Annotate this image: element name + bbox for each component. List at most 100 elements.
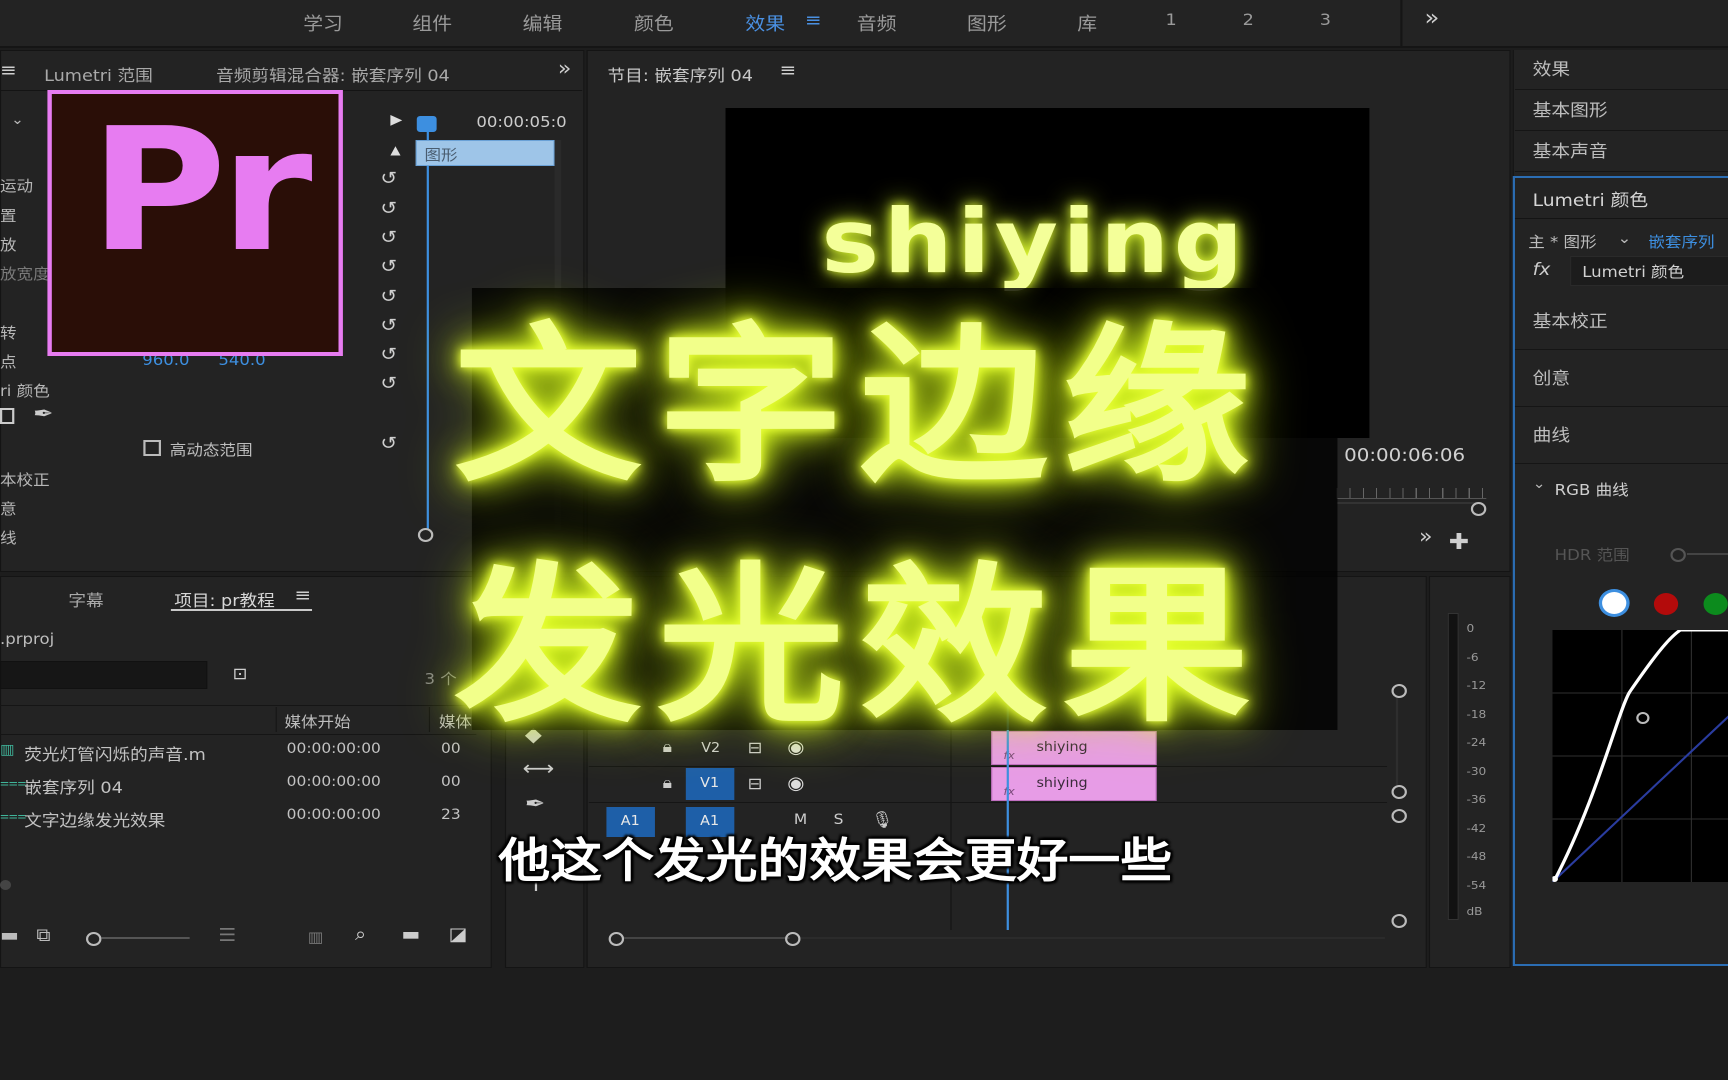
zoom-slider-handle[interactable] (86, 932, 102, 946)
effect-select[interactable]: Lumetri 颜色 (1570, 256, 1728, 286)
timeline-clip-v1[interactable]: fx shiying (991, 767, 1157, 801)
rgb-curve-graph[interactable] (1552, 630, 1728, 882)
workspace-color[interactable]: 颜色 (634, 10, 674, 36)
reset-icon[interactable]: ↺ (380, 344, 397, 365)
reset-icon[interactable]: ↺ (380, 227, 397, 248)
project-search-input[interactable] (0, 661, 208, 689)
horizontal-scrollbar[interactable] (624, 937, 790, 939)
panel-effects[interactable]: 效果 (1514, 50, 1728, 90)
play-triangle-icon[interactable]: ▶ (390, 112, 402, 128)
tab-audio-mixer[interactable]: 音频剪辑混合器: 嵌套序列 04 (216, 62, 450, 86)
overlay-title-line2: 发光效果 (454, 548, 1266, 746)
panel-essential-graphics[interactable]: 基本图形 (1514, 91, 1728, 131)
new-item-icon[interactable]: ◪ (449, 924, 468, 945)
reset-icon[interactable]: ↺ (380, 168, 397, 189)
graphic-clip[interactable]: 图形 (415, 140, 555, 166)
zoom-slider-track[interactable] (101, 937, 190, 939)
project-menu-icon[interactable]: ≡ (294, 585, 311, 606)
tab-captions[interactable]: 字幕 (68, 587, 103, 611)
chevron-down-icon[interactable]: ⌄ (1618, 229, 1632, 247)
workspace-1[interactable]: 1 (1165, 10, 1176, 29)
workspace-graphics[interactable]: 图形 (967, 10, 1007, 36)
workspace-menu-icon[interactable]: ≡ (805, 10, 822, 31)
curve-channel-white[interactable] (1602, 592, 1627, 614)
project-scroll-handle[interactable] (0, 880, 12, 890)
hdr-checkbox[interactable] (143, 440, 161, 456)
slip-tool-icon[interactable]: ⟷ (523, 756, 555, 780)
automate-icon[interactable]: ▥ (308, 928, 324, 946)
list-item[interactable]: ▥ 荧光灯管闪烁的声音.m 00:00:00:00 00 (0, 735, 476, 767)
meter-label: -30 (1466, 765, 1487, 778)
section-basic-correction[interactable]: 基本校正 (1514, 294, 1728, 350)
list-item[interactable]: ⩶ 嵌套序列 04 00:00:00:00 00 (0, 768, 476, 800)
tab-lumetri-scope[interactable]: Lumetri 范围 (44, 62, 153, 86)
vertical-scrollbar[interactable] (1395, 698, 1399, 788)
fx-icon[interactable]: fx (1533, 260, 1551, 280)
zoom-handle[interactable] (417, 528, 434, 542)
workspace-learn[interactable]: 学习 (303, 10, 343, 36)
rgb-curves-label[interactable]: RGB 曲线 (1555, 479, 1629, 500)
reset-icon[interactable]: ↺ (380, 373, 397, 394)
lumetri-color-title[interactable]: Lumetri 颜色 (1533, 186, 1648, 211)
curve-channel-green[interactable] (1703, 593, 1728, 615)
horizontal-zoom-handle[interactable] (785, 932, 801, 946)
program-zoom-handle[interactable] (1470, 502, 1487, 516)
search-icon[interactable]: ⌕ (355, 924, 366, 945)
section-curves[interactable]: 曲线 (1514, 408, 1728, 464)
workspace-audio[interactable]: 音频 (857, 10, 897, 36)
workspace-overflow-icon[interactable]: » (1425, 6, 1440, 31)
horizontal-zoom-handle[interactable] (608, 932, 625, 946)
workspace-2[interactable]: 2 (1243, 10, 1254, 29)
pen-tool-icon[interactable]: ✒ (525, 792, 545, 817)
mask-rect-icon[interactable] (0, 408, 15, 424)
vertical-zoom-handle[interactable] (1391, 809, 1407, 823)
icon-view-icon[interactable]: ⧉ (36, 925, 50, 946)
reset-icon[interactable]: ↺ (380, 198, 397, 219)
program-overflow-icon[interactable]: » (1419, 524, 1433, 548)
chevron-down-icon[interactable]: ⌄ (1533, 476, 1546, 492)
vertical-zoom-handle[interactable] (1391, 914, 1407, 928)
workspace-3[interactable]: 3 (1320, 10, 1331, 29)
sync-lock-icon[interactable]: ⊟ (748, 774, 763, 793)
reset-icon[interactable]: ↺ (380, 256, 397, 277)
list-view-icon[interactable]: ▬ (0, 925, 19, 946)
sequence-link[interactable]: 嵌套序列 (1648, 231, 1714, 252)
reset-icon[interactable]: ↺ (380, 315, 397, 336)
sort-icon[interactable]: ☰ (218, 925, 236, 946)
tab-project[interactable]: 项目: pr教程 (174, 587, 275, 611)
chevron-down-icon[interactable]: ⌄ (11, 112, 24, 128)
lock-icon[interactable]: 🔒︎ (663, 773, 672, 793)
horizontal-scroll-track[interactable] (800, 937, 1385, 939)
vertical-zoom-handle[interactable] (1391, 785, 1407, 799)
panel-effects-label: 效果 (1532, 60, 1571, 80)
col-media-start[interactable]: 媒体开始 (284, 711, 350, 732)
item-name: 文字边缘发光效果 (24, 811, 166, 830)
curve-channel-red[interactable] (1653, 593, 1679, 615)
hdr-range-slider[interactable] (1670, 548, 1686, 562)
item-name: 荧光灯管闪烁的声音.m (24, 745, 206, 764)
workspace-editing[interactable]: 编辑 (523, 10, 563, 36)
eye-icon[interactable]: ◉ (787, 773, 804, 794)
reset-icon[interactable]: ↺ (380, 433, 397, 454)
panel-essential-sound[interactable]: 基本声音 (1514, 132, 1728, 172)
sequence-icon: ⩶ (0, 808, 27, 824)
track-target-v1[interactable]: V1 (685, 768, 735, 800)
program-menu-icon[interactable]: ≡ (780, 60, 797, 81)
program-monitor-title[interactable]: 节目: 嵌套序列 04 (608, 62, 753, 86)
collapse-up-icon[interactable]: ▲ (390, 143, 400, 157)
audio-file-icon: ▥ (0, 742, 15, 758)
section-creative[interactable]: 创意 (1514, 351, 1728, 407)
panel-overflow-icon[interactable]: » (558, 56, 572, 80)
add-button-icon[interactable]: ✚ (1449, 530, 1469, 555)
workspace-assembly[interactable]: 组件 (412, 10, 452, 36)
program-zoom-bar[interactable] (1336, 502, 1478, 504)
workspace-libraries[interactable]: 库 (1077, 10, 1097, 36)
pen-icon[interactable]: ✒ (33, 402, 53, 427)
list-item[interactable]: ⩶ 文字边缘发光效果 00:00:00:00 23 (0, 801, 476, 833)
new-bin-icon[interactable]: ▬ (401, 924, 420, 945)
vertical-zoom-handle[interactable] (1391, 684, 1407, 698)
reset-icon[interactable]: ↺ (380, 286, 397, 307)
panel-menu-icon[interactable]: ≡ (0, 60, 17, 81)
bin-icon[interactable]: ⊡ (233, 664, 248, 683)
workspace-effects[interactable]: 效果 (745, 10, 785, 36)
